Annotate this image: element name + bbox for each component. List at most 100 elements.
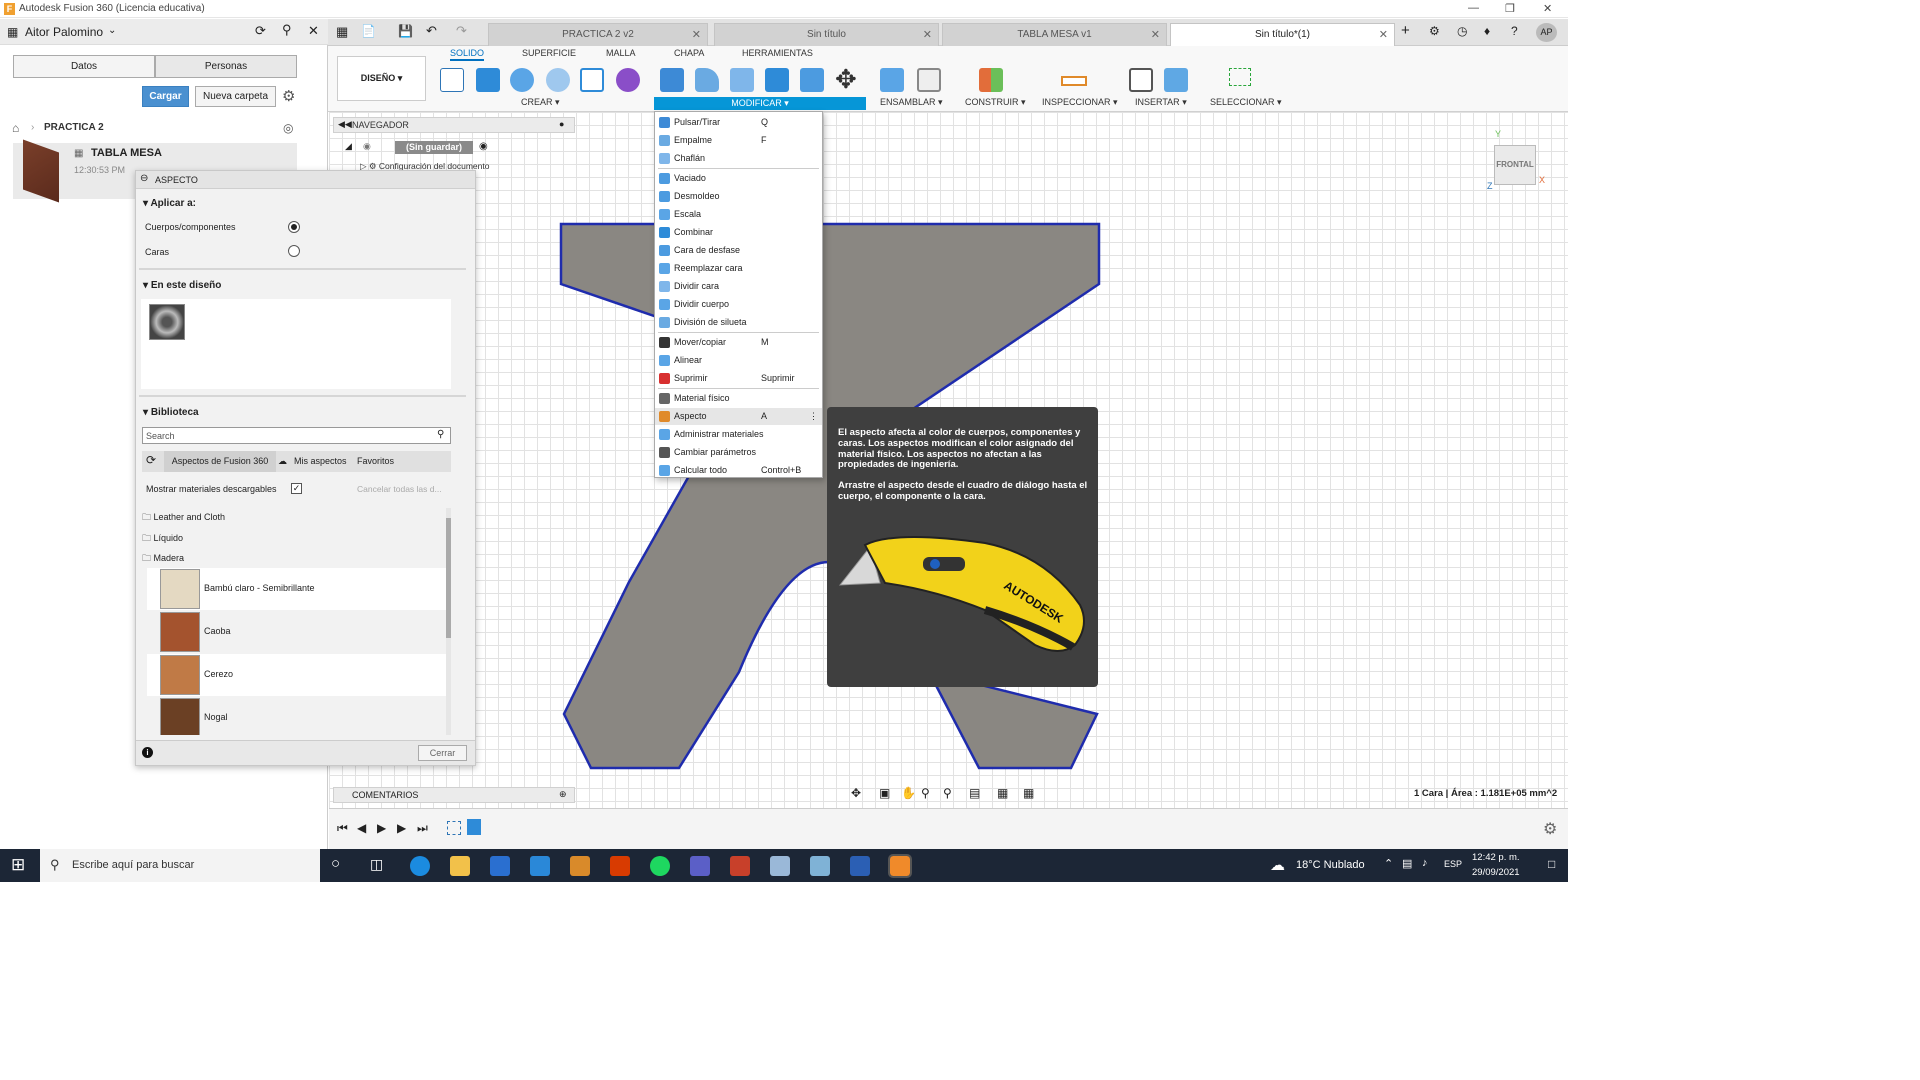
next-step-icon[interactable]: ▶ bbox=[397, 821, 406, 835]
radio-faces[interactable] bbox=[288, 245, 300, 257]
select-icon[interactable] bbox=[1229, 68, 1251, 86]
navigator-root[interactable]: (Sin guardar) bbox=[395, 141, 473, 154]
close-tab-icon[interactable]: ✕ bbox=[1151, 24, 1160, 46]
dialog-header[interactable]: ⊖ ASPECTO bbox=[136, 171, 475, 189]
save-icon[interactable]: 💾 bbox=[398, 24, 413, 38]
word-icon[interactable] bbox=[850, 856, 870, 876]
cortana-icon[interactable]: ○ bbox=[331, 855, 340, 872]
material-bambu[interactable]: Bambú claro - Semibrillante bbox=[147, 568, 447, 610]
calendar-app-icon[interactable] bbox=[730, 856, 750, 876]
pan-icon[interactable]: ✋ bbox=[901, 786, 916, 800]
volume-icon[interactable]: ♪ bbox=[1422, 857, 1428, 869]
menu-item-split-body[interactable]: Dividir cuerpo bbox=[655, 296, 822, 313]
visibility-eye-icon[interactable]: ◉ bbox=[363, 141, 371, 152]
mail-icon[interactable] bbox=[530, 856, 550, 876]
menu-item-draft[interactable]: Desmoldeo bbox=[655, 188, 822, 205]
play-icon[interactable]: ▶ bbox=[377, 821, 386, 835]
undo-icon[interactable]: ↶ bbox=[426, 23, 437, 39]
redo-icon[interactable]: ↷ bbox=[456, 23, 467, 39]
file-icon[interactable]: 📄 bbox=[361, 24, 376, 38]
group-crear[interactable]: CREAR ▾ bbox=[521, 97, 560, 108]
group-inspeccionar[interactable]: INSPECCIONAR ▾ bbox=[1042, 97, 1118, 108]
tab-favorites[interactable]: Favoritos bbox=[357, 456, 394, 466]
expand-icon[interactable]: ◢ bbox=[345, 141, 352, 152]
extensions-icon[interactable]: ⚙ bbox=[1429, 24, 1440, 38]
dialog-collapse-icon[interactable]: ⊖ bbox=[140, 173, 148, 184]
taskbar-search[interactable]: ⚲ Escribe aquí para buscar bbox=[40, 849, 320, 882]
timeline-settings-icon[interactable]: ⚙ bbox=[1543, 819, 1557, 839]
viewports-icon[interactable]: ▦ bbox=[1023, 786, 1034, 800]
grid-settings-icon[interactable]: ▦ bbox=[997, 786, 1008, 800]
refresh-icon[interactable]: ⟳ bbox=[146, 453, 156, 467]
fusion-active-icon[interactable] bbox=[888, 854, 912, 878]
show-downloadable-checkbox[interactable]: ✓ bbox=[291, 483, 302, 494]
globe-icon[interactable]: ◎ bbox=[283, 121, 293, 135]
scrollbar-thumb[interactable] bbox=[446, 518, 451, 638]
close-tab-icon[interactable]: ✕ bbox=[692, 24, 701, 46]
construct-plane-icon[interactable] bbox=[979, 68, 1003, 92]
menu-item-align[interactable]: Alinear bbox=[655, 352, 822, 369]
collapse-icon[interactable]: ◀◀ bbox=[338, 119, 352, 130]
teams-icon[interactable] bbox=[690, 856, 710, 876]
folder-liquido[interactable]: 🗀 Líquido bbox=[142, 529, 447, 547]
pattern-icon[interactable] bbox=[580, 68, 604, 92]
tab-tabla-mesa[interactable]: TABLA MESA v1 ✕ bbox=[942, 23, 1167, 46]
activate-icon[interactable]: ◉ bbox=[479, 141, 488, 152]
menu-item-scale[interactable]: Escala bbox=[655, 206, 822, 223]
close-tab-icon[interactable]: ✕ bbox=[1379, 24, 1388, 46]
jobs-icon[interactable]: ◷ bbox=[1457, 24, 1467, 38]
new-folder-button[interactable]: Nueva carpeta bbox=[195, 86, 276, 107]
breadcrumb[interactable]: PRACTICA 2 bbox=[44, 122, 104, 133]
notification-center-icon[interactable]: □ bbox=[1548, 857, 1555, 871]
apply-section-header[interactable]: ▾ Aplicar a: bbox=[143, 198, 196, 209]
group-insertar[interactable]: INSERTAR ▾ bbox=[1135, 97, 1187, 108]
scrollbar-track[interactable] bbox=[446, 508, 451, 735]
menu-item-manage-materials[interactable]: Administrar materiales bbox=[655, 426, 822, 443]
timeline-sketch-icon[interactable] bbox=[447, 821, 461, 835]
menu-item-replace-face[interactable]: Reemplazar cara bbox=[655, 260, 822, 277]
weather-text[interactable]: 18°C Nublado bbox=[1296, 859, 1365, 871]
tab-fusion-aspects[interactable]: Aspectos de Fusion 360 bbox=[164, 451, 276, 472]
gear-icon[interactable]: ⚙ bbox=[282, 87, 295, 105]
cancel-all-link[interactable]: Cancelar todas las d... bbox=[357, 484, 442, 494]
spotify-icon[interactable] bbox=[650, 856, 670, 876]
clock-date[interactable]: 29/09/2021 bbox=[1472, 867, 1520, 878]
material-cerezo[interactable]: Cerezo bbox=[147, 654, 447, 696]
tab-solido[interactable]: SOLIDO bbox=[450, 48, 485, 61]
insert-icon[interactable] bbox=[1129, 68, 1153, 92]
language-indicator[interactable]: ESP bbox=[1444, 859, 1462, 869]
office-icon[interactable] bbox=[610, 856, 630, 876]
add-comment-icon[interactable]: ⊕ bbox=[559, 789, 567, 800]
library-section-header[interactable]: ▾ Biblioteca bbox=[143, 407, 199, 418]
material-caoba[interactable]: Caoba bbox=[147, 611, 447, 653]
tab-herramientas[interactable]: HERRAMIENTAS bbox=[742, 48, 813, 58]
tab-my-aspects[interactable]: Mis aspectos bbox=[294, 456, 347, 466]
menu-item-physical-material[interactable]: Material físico bbox=[655, 390, 822, 407]
store-icon[interactable] bbox=[490, 856, 510, 876]
offset-face-icon[interactable] bbox=[800, 68, 824, 92]
menu-item-compute-all[interactable]: Calcular todo Control+B bbox=[655, 462, 822, 479]
hole-icon[interactable] bbox=[546, 68, 570, 92]
close-window-icon[interactable]: ✕ bbox=[1543, 2, 1552, 15]
insert-image-icon[interactable] bbox=[1164, 68, 1188, 92]
app-grid-icon[interactable]: ▦ bbox=[336, 24, 348, 40]
extrude-icon[interactable] bbox=[476, 68, 500, 92]
task-view-icon[interactable]: ◫ bbox=[370, 856, 383, 873]
tab-superficie[interactable]: SUPERFICIE bbox=[522, 48, 576, 58]
tab-sin-titulo-1[interactable]: Sin título*(1) ✕ bbox=[1170, 23, 1395, 46]
tray-chevron-icon[interactable]: ⌃ bbox=[1384, 857, 1393, 870]
modify-menu-header[interactable]: MODIFICAR ▾ bbox=[654, 97, 866, 110]
radio-bodies[interactable] bbox=[288, 221, 300, 233]
search-icon[interactable]: ⚲ bbox=[437, 429, 444, 440]
grid-apps-icon[interactable]: ▦ bbox=[7, 25, 18, 39]
help-icon[interactable]: ? bbox=[1511, 24, 1518, 38]
material-nogal[interactable]: Nogal bbox=[147, 697, 447, 735]
close-panel-icon[interactable]: ✕ bbox=[308, 23, 319, 39]
chamfer-icon[interactable] bbox=[730, 68, 754, 92]
menu-item-split-face[interactable]: Dividir cara bbox=[655, 278, 822, 295]
comments-panel[interactable]: COMENTARIOS ⊕ bbox=[333, 787, 575, 803]
restore-icon[interactable]: ❐ bbox=[1505, 2, 1515, 15]
menu-item-delete[interactable]: Suprimir Suprimir bbox=[655, 370, 822, 387]
folder-madera[interactable]: 🗀 Madera bbox=[142, 549, 447, 567]
menu-item-fillet[interactable]: Empalme F bbox=[655, 132, 822, 149]
